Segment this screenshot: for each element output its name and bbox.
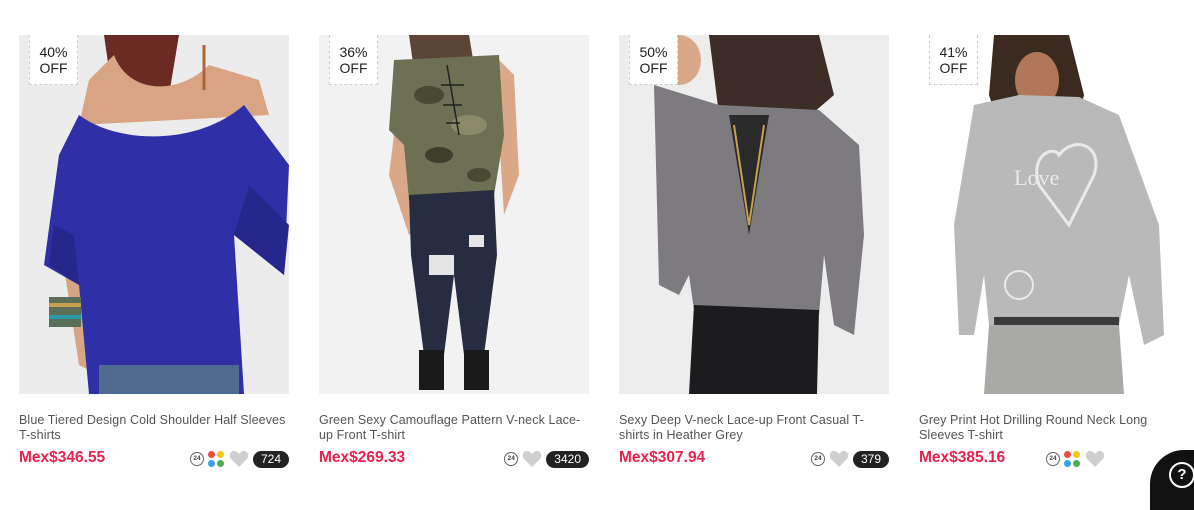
discount-percent: 41% <box>939 44 968 60</box>
product-card[interactable]: 40% OFF Blue Tiered Design Cold Shoulder… <box>19 35 289 470</box>
24h-shipping-icon: 24 <box>1046 452 1060 466</box>
product-image[interactable]: 36% OFF <box>319 35 589 394</box>
product-title[interactable]: Sexy Deep V-neck Lace-up Front Casual T-… <box>619 413 889 443</box>
heart-icon[interactable] <box>1085 450 1105 468</box>
product-photo-grey-print-top: Love <box>919 35 1189 394</box>
discount-label: OFF <box>639 60 668 76</box>
multicolor-icon[interactable] <box>1064 450 1081 468</box>
product-photo-camouflage-top <box>319 35 589 394</box>
svg-text:Love: Love <box>1014 165 1059 190</box>
discount-percent: 50% <box>639 44 668 60</box>
heart-icon[interactable] <box>829 450 849 468</box>
discount-percent: 40% <box>39 44 68 60</box>
product-card[interactable]: 36% OFF Green Sexy Camouflage Pattern V-… <box>319 35 589 470</box>
product-icons: 24 <box>1046 450 1105 468</box>
discount-label: OFF <box>939 60 968 76</box>
product-image[interactable]: Love 41% OFF <box>919 35 1189 394</box>
24h-shipping-icon: 24 <box>504 452 519 466</box>
discount-label: OFF <box>339 60 368 76</box>
discount-badge: 36% OFF <box>329 35 378 85</box>
product-image[interactable]: 50% OFF <box>619 35 889 394</box>
product-title[interactable]: Green Sexy Camouflage Pattern V-neck Lac… <box>319 413 589 443</box>
product-meta-row: Mex$346.55 24 724 <box>19 448 289 470</box>
product-meta-row: Mex$385.16 24 <box>919 448 1189 470</box>
24h-shipping-icon: 24 <box>189 452 204 466</box>
product-card[interactable]: 50% OFF Sexy Deep V-neck Lace-up Front C… <box>619 35 889 470</box>
product-icons: 24 3420 <box>504 450 589 468</box>
product-price: Mex$307.94 <box>619 449 706 466</box>
heart-icon[interactable] <box>229 450 249 468</box>
product-card[interactable]: Love 41% OFF Grey Print Hot Drilling Rou… <box>919 35 1189 470</box>
product-title[interactable]: Blue Tiered Design Cold Shoulder Half Sl… <box>19 413 289 443</box>
24h-shipping-icon: 24 <box>810 452 825 466</box>
product-title[interactable]: Grey Print Hot Drilling Round Neck Long … <box>919 413 1189 443</box>
product-price: Mex$346.55 <box>19 449 106 466</box>
favorites-count: 379 <box>852 450 889 468</box>
question-icon: ? <box>1169 462 1194 488</box>
product-photo-blue-top <box>19 35 289 394</box>
product-meta-row: Mex$307.94 24 379 <box>619 448 889 470</box>
heart-icon[interactable] <box>522 450 542 468</box>
discount-badge: 41% OFF <box>929 35 978 85</box>
discount-badge: 40% OFF <box>29 35 78 85</box>
discount-label: OFF <box>39 60 68 76</box>
product-image[interactable]: 40% OFF <box>19 35 289 394</box>
product-grid: 40% OFF Blue Tiered Design Cold Shoulder… <box>0 0 1194 510</box>
product-price: Mex$269.33 <box>319 449 406 466</box>
product-price: Mex$385.16 <box>919 449 1006 466</box>
discount-badge: 50% OFF <box>629 35 678 85</box>
product-icons: 24 379 <box>810 450 889 468</box>
favorites-count: 3420 <box>546 450 589 468</box>
product-photo-grey-top <box>619 35 889 394</box>
product-meta-row: Mex$269.33 24 3420 <box>319 448 589 470</box>
discount-percent: 36% <box>339 44 368 60</box>
multicolor-icon[interactable] <box>207 450 225 468</box>
favorites-count: 724 <box>252 450 289 468</box>
product-icons: 24 724 <box>189 450 289 468</box>
